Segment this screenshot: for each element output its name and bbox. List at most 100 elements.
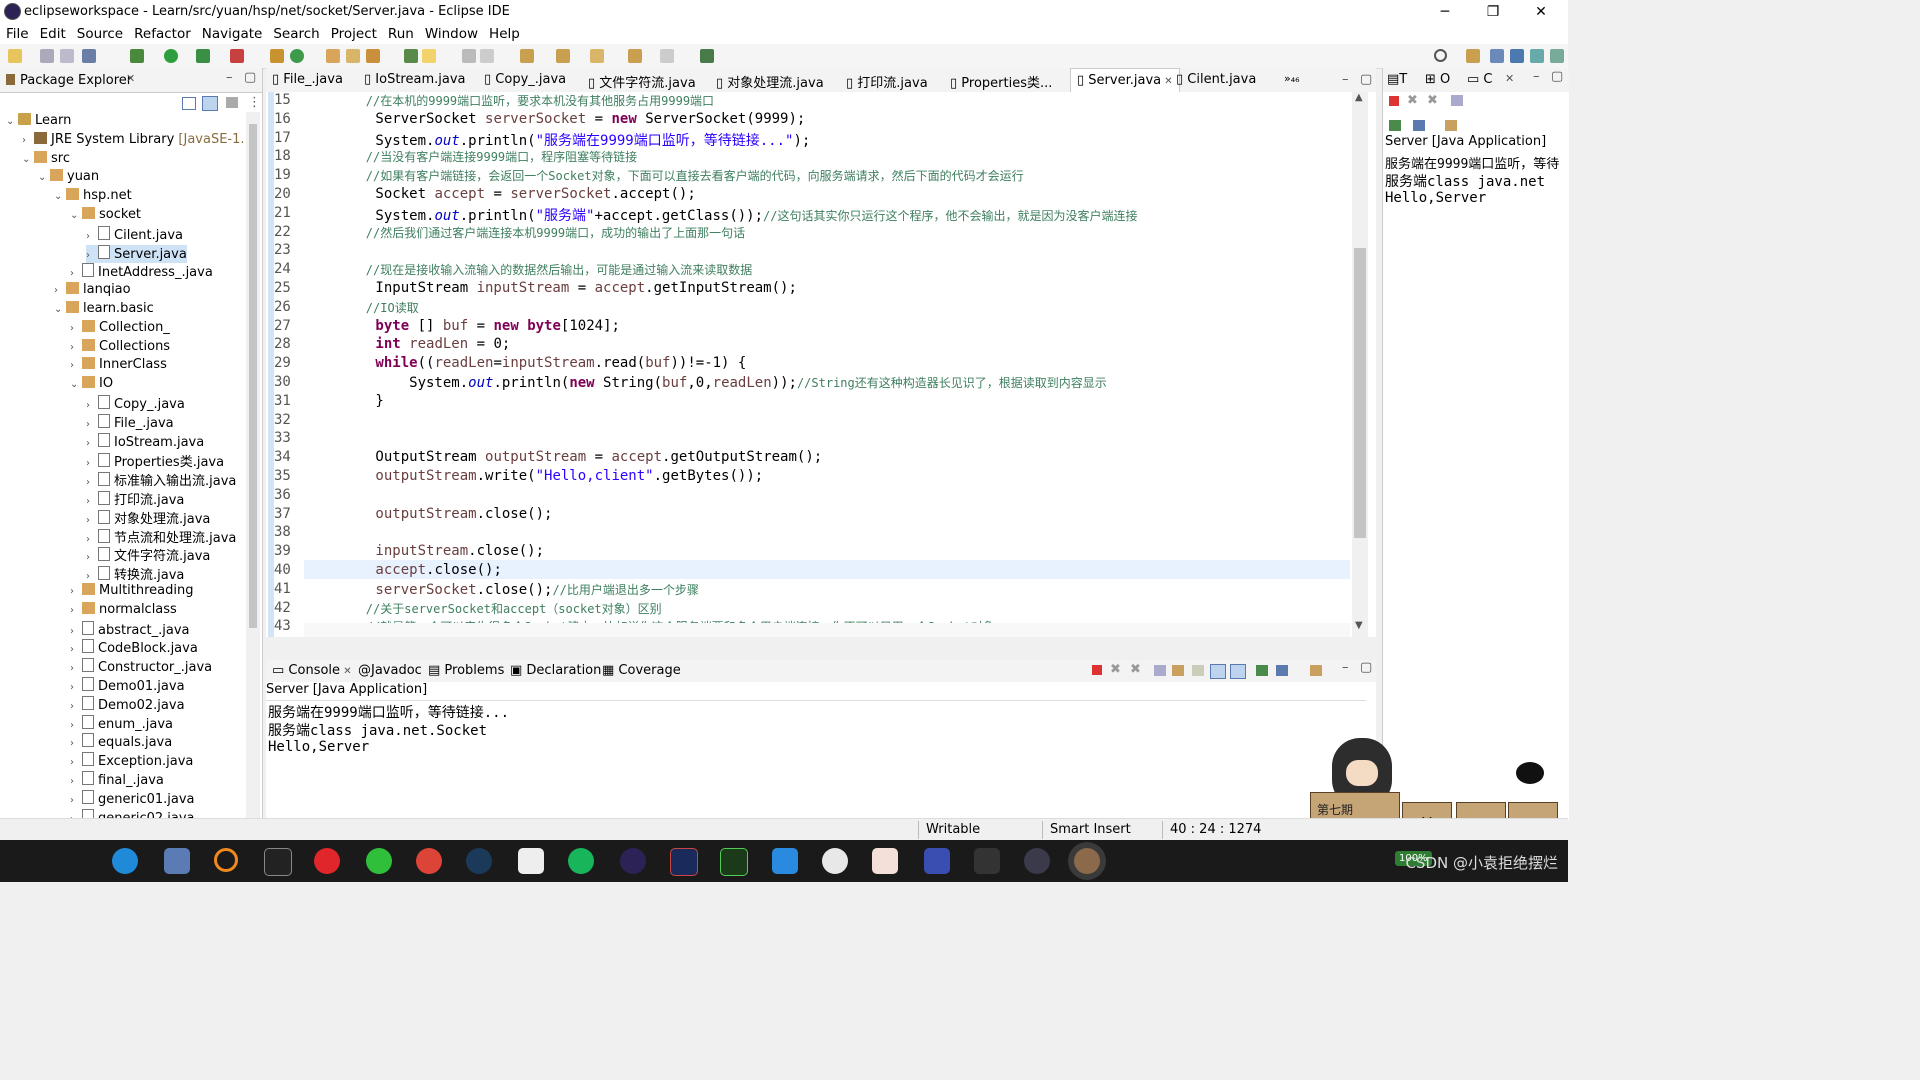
pycharm-icon[interactable] <box>720 848 748 876</box>
collapsed-arrow-icon[interactable]: › <box>22 135 34 146</box>
collapsed-arrow-icon[interactable]: › <box>70 795 82 806</box>
close-tab-icon[interactable]: ✕ <box>340 666 351 677</box>
new-java-project-icon[interactable] <box>270 49 284 63</box>
tree-item[interactable]: › 对象处理流.java <box>86 508 210 527</box>
tree-item[interactable]: › Demo01.java <box>70 677 185 695</box>
show-on-stdout-icon[interactable] <box>1210 664 1226 679</box>
open-console-icon[interactable] <box>1310 665 1322 676</box>
forward-icon[interactable] <box>660 49 674 63</box>
tab-javadoc[interactable]: @Javadoc <box>358 663 422 678</box>
tab-file-char-stream[interactable]: ▯ 文件字符流.java <box>588 72 696 91</box>
tree-item[interactable]: › Collection_ <box>70 319 170 338</box>
tree-item[interactable]: ⌄ src <box>22 150 70 169</box>
expanded-arrow-icon[interactable]: ⌄ <box>54 191 66 202</box>
tab-coverage[interactable]: ▦ Coverage <box>602 663 681 678</box>
git-perspective-icon[interactable] <box>1530 49 1544 63</box>
collapsed-arrow-icon[interactable]: › <box>70 586 82 597</box>
collapsed-arrow-icon[interactable]: › <box>70 701 82 712</box>
tree-item[interactable]: › equals.java <box>70 733 172 751</box>
block-selection-icon[interactable] <box>462 49 476 63</box>
menu-source[interactable]: Source <box>71 24 128 42</box>
collapsed-arrow-icon[interactable]: › <box>86 250 98 261</box>
collapsed-arrow-icon[interactable]: › <box>70 757 82 768</box>
tree-item[interactable]: › InnerClass <box>70 357 167 375</box>
tab-console-right[interactable]: ▭ C <box>1467 72 1493 87</box>
tree-item[interactable]: › InetAddress_.java <box>70 263 213 281</box>
browser-icon[interactable] <box>568 848 594 874</box>
java-perspective-icon[interactable] <box>1490 49 1504 63</box>
menu-project[interactable]: Project <box>325 24 382 42</box>
collapsed-arrow-icon[interactable]: › <box>70 605 82 616</box>
tab-file[interactable]: ▯ File_.java <box>272 72 343 87</box>
eclipse-taskbar-icon[interactable] <box>620 848 646 874</box>
menu-refactor[interactable]: Refactor <box>128 24 196 42</box>
edge-icon[interactable] <box>112 848 138 874</box>
collapsed-arrow-icon[interactable]: › <box>70 342 82 353</box>
code-editor[interactable]: 15 16 17 18 19 20 21 22 23 24 25 26 27 28 29 30 31 32 33 34… <box>266 92 1376 637</box>
collapsed-arrow-icon[interactable]: › <box>70 268 82 279</box>
scroll-lock-icon[interactable] <box>1172 665 1184 676</box>
menu-search[interactable]: Search <box>267 24 324 42</box>
clear-console-icon[interactable] <box>1451 95 1463 106</box>
maximize-console-icon[interactable]: ▢ <box>1360 660 1372 675</box>
tree-item[interactable]: › lanqiao <box>54 282 131 300</box>
collapse-all-icon[interactable] <box>182 97 196 110</box>
tree-item[interactable]: › enum_.java <box>70 714 173 733</box>
tree-item[interactable]: › abstract_.java <box>70 620 190 639</box>
next-annotation-icon[interactable] <box>520 49 534 63</box>
editor-horizontal-scrollbar[interactable] <box>304 623 1350 637</box>
tree-item[interactable]: › Cilent.java <box>86 225 183 244</box>
tree-item[interactable]: › Properties类.java <box>86 451 224 470</box>
expanded-arrow-icon[interactable]: ⌄ <box>70 210 82 221</box>
tab-print-stream[interactable]: ▯ 打印流.java <box>846 72 928 91</box>
collapsed-arrow-icon[interactable]: › <box>70 360 82 371</box>
tab-server[interactable]: ▯ Server.java ✕ <box>1070 68 1180 92</box>
save-icon[interactable] <box>40 49 54 63</box>
expanded-arrow-icon[interactable]: ⌄ <box>6 116 18 127</box>
expanded-arrow-icon[interactable]: ⌄ <box>70 379 82 390</box>
menu-edit[interactable]: Edit <box>34 24 71 42</box>
tab-task-list[interactable]: ▤T <box>1387 72 1407 87</box>
tree-item[interactable]: › 文件字符流.java <box>86 545 210 564</box>
collapsed-arrow-icon[interactable]: › <box>86 571 98 582</box>
new-icon[interactable] <box>8 49 22 63</box>
collapsed-arrow-icon[interactable]: › <box>70 776 82 787</box>
collapsed-arrow-icon[interactable]: › <box>86 534 98 545</box>
collapsed-arrow-icon[interactable]: › <box>70 720 82 731</box>
save-all-icon[interactable] <box>60 49 74 63</box>
menu-file[interactable]: File <box>0 24 34 42</box>
open-task-icon[interactable] <box>346 49 360 63</box>
tree-item[interactable]: ⌄ Learn <box>6 113 71 131</box>
search-toolbar-icon[interactable] <box>366 49 380 63</box>
expanded-arrow-icon[interactable]: ⌄ <box>22 154 34 165</box>
remove-all-icon[interactable]: ✖ <box>1130 662 1141 677</box>
expanded-arrow-icon[interactable]: ⌄ <box>38 172 50 183</box>
tree-item[interactable]: › JRE System Library [JavaSE-1.8] <box>22 131 244 150</box>
tree-item[interactable]: › 打印流.java <box>86 489 184 508</box>
back-icon[interactable] <box>628 49 642 63</box>
tab-cilent[interactable]: ▯ Cilent.java <box>1176 72 1256 87</box>
view-menu-icon[interactable]: ⋮ <box>248 95 261 110</box>
chrome-icon[interactable] <box>416 848 442 874</box>
scroll-up-icon[interactable]: ▲ <box>1355 92 1363 103</box>
open-perspective-icon[interactable] <box>1466 49 1480 63</box>
tree-item[interactable]: › 转换流.java <box>86 564 184 583</box>
restore-button[interactable]: ❐ <box>1470 0 1516 24</box>
link-with-editor-icon[interactable] <box>202 96 218 111</box>
terminate-icon[interactable] <box>1389 96 1399 106</box>
tree-item[interactable]: ⌄ learn.basic <box>54 301 154 319</box>
steam-icon[interactable] <box>466 848 492 874</box>
editor-scroll-thumb[interactable] <box>1354 248 1366 538</box>
package-explorer-scrollbar[interactable] <box>246 112 260 818</box>
minimize-button[interactable]: ─ <box>1422 0 1468 24</box>
pin-editor-icon[interactable] <box>700 49 714 63</box>
package-explorer-scroll-thumb[interactable] <box>249 124 257 628</box>
clear-console-icon[interactable] <box>1154 665 1166 676</box>
tab-outline[interactable]: ⊞ O <box>1425 72 1450 87</box>
game-app-icon[interactable] <box>872 848 898 874</box>
tree-item[interactable]: › IoStream.java <box>86 432 204 451</box>
tab-overflow-button[interactable]: »₄₆ <box>1284 72 1300 85</box>
open-type-icon[interactable] <box>326 49 340 63</box>
collapsed-arrow-icon[interactable]: › <box>86 400 98 411</box>
coverage-icon[interactable] <box>196 49 210 63</box>
